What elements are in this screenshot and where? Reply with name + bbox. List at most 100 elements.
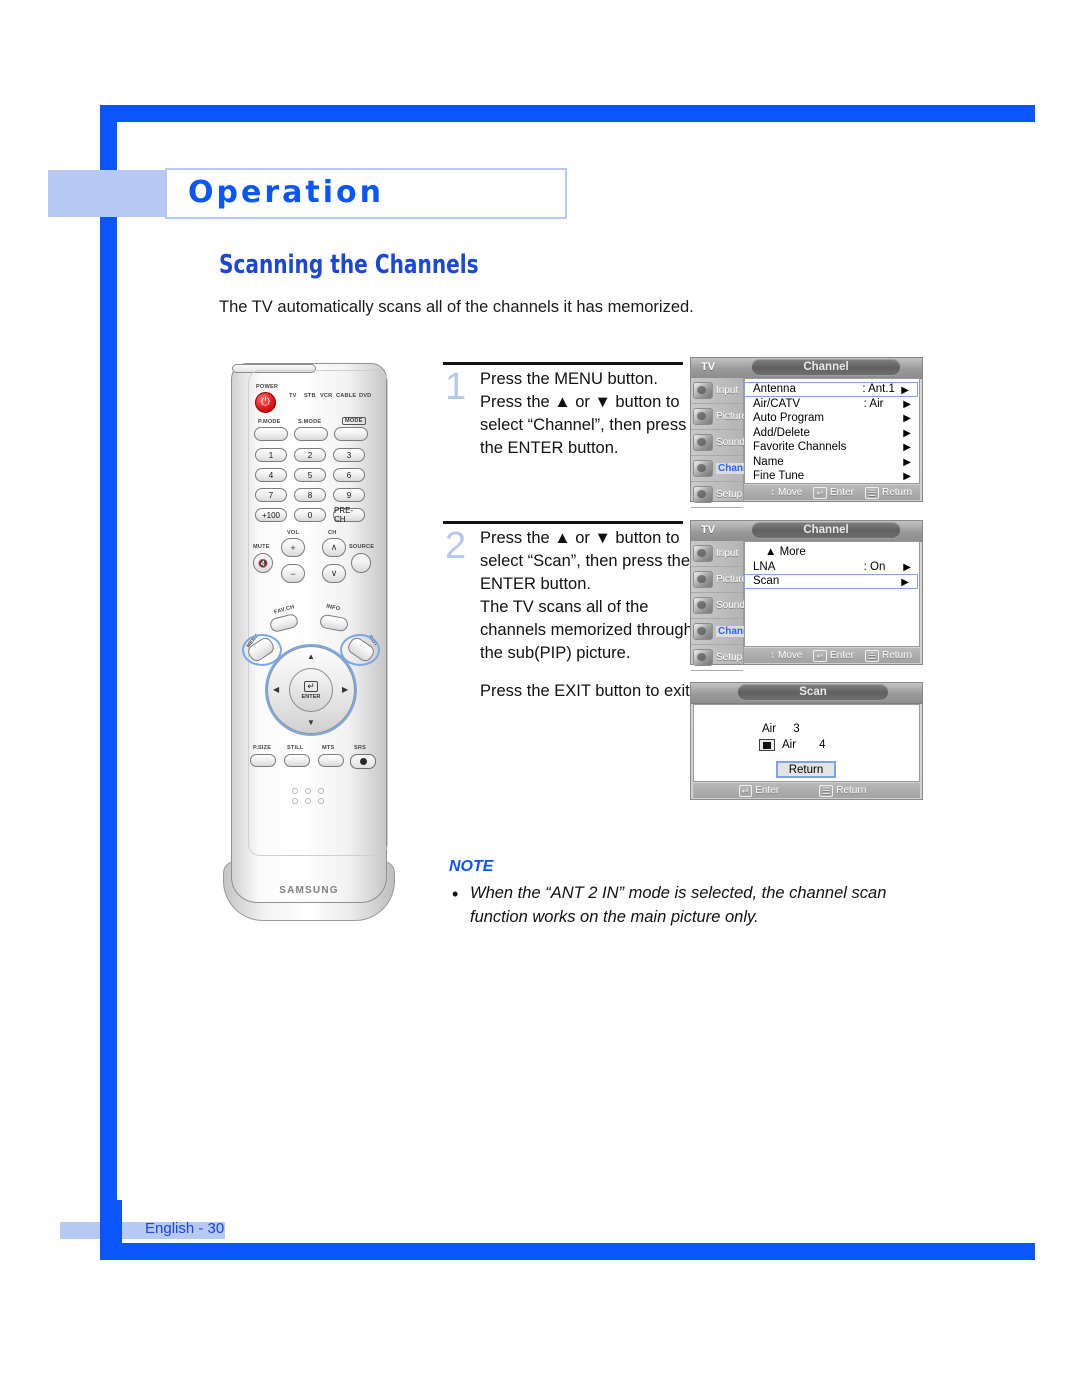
menu-row-air-catv[interactable]: Air/CATV : Air ▶ <box>745 397 919 412</box>
step-number: 1 <box>445 366 467 408</box>
note-text: When the “ANT 2 IN” mode is selected, th… <box>470 884 887 926</box>
step-line: the sub(PIP) picture. <box>480 644 631 663</box>
footer-page-label: English - 30 <box>145 1220 225 1237</box>
statusbar-return: ☰ Return <box>819 784 867 797</box>
menu-key-icon: ☰ <box>864 649 879 662</box>
menu-row-antenna[interactable]: Antenna : Ant.1 ▶ <box>744 382 918 397</box>
still-button[interactable] <box>284 754 310 767</box>
up-down-arrow-icon: ↕ <box>770 486 775 498</box>
menu-row-lna[interactable]: LNA : On ▶ <box>745 560 919 575</box>
chevron-right-icon: ▶ <box>901 577 909 588</box>
scan-band-label: Air <box>762 723 777 735</box>
step-line: the ENTER button. <box>480 439 619 458</box>
menu-row-label: ▲ More <box>765 546 806 559</box>
step-line: Press the EXIT button to exit. <box>480 681 695 700</box>
sidebar-item-input[interactable]: Input <box>691 378 743 404</box>
osd-tv-label: TV <box>701 361 716 373</box>
statusbar-enter: ↵ Enter <box>738 784 779 797</box>
osd-titlebar: TV Channel <box>691 521 922 542</box>
intro-paragraph: The TV automatically scans all of the ch… <box>219 298 694 316</box>
ir-dot <box>292 788 298 794</box>
sidebar-item-setup[interactable]: Setup <box>691 645 743 671</box>
sidebar-item-sound[interactable]: Sound <box>691 593 745 619</box>
sidebar-item-picture[interactable]: Picture <box>691 404 747 430</box>
page-title: Scanning the Channels <box>219 250 479 280</box>
keypad-0[interactable]: 0 <box>294 508 326 522</box>
keypad-4[interactable]: 4 <box>255 468 287 482</box>
ir-dot <box>305 798 311 804</box>
psize-button[interactable] <box>250 754 276 767</box>
remote-body: POWER ⏻ TV STB VCR CABLE DVD P.MODE S.MO… <box>231 363 388 903</box>
menu-row-more-up[interactable]: ▲ More <box>745 545 919 560</box>
pmode-label: P.MODE <box>258 419 281 425</box>
osd-title-pill: Scan <box>737 684 889 701</box>
mts-button[interactable] <box>318 754 344 767</box>
menu-row-auto-program[interactable]: Auto Program ▶ <box>745 411 919 426</box>
pre-ch-button[interactable]: PRE-CH <box>333 506 365 524</box>
footer-blue-block <box>100 1200 122 1260</box>
scan-return-button[interactable]: Return <box>776 761 836 778</box>
menu-row-fine-tune[interactable]: Fine Tune ▶ <box>745 469 919 484</box>
mute-label: MUTE <box>253 544 270 550</box>
picture-icon <box>693 408 713 425</box>
sidebar-item-setup[interactable]: Setup <box>691 482 743 508</box>
sidebar-item-channel[interactable]: Channel <box>691 456 760 482</box>
volume-up-button[interactable]: + <box>281 538 305 557</box>
menu-row-label: Favorite Channels <box>753 441 847 454</box>
source-button[interactable] <box>351 553 371 573</box>
channel-up-button[interactable]: ∧ <box>322 538 346 557</box>
sidebar-item-sound[interactable]: Sound <box>691 430 745 456</box>
sidebar-item-channel[interactable]: Channel <box>691 619 760 645</box>
menu-row-add-delete[interactable]: Add/Delete ▶ <box>745 426 919 441</box>
menu-row-label: Air/CATV <box>753 397 801 410</box>
sidebar-item-label: Sound <box>716 600 745 611</box>
menu-row-name[interactable]: Name ▶ <box>745 455 919 470</box>
keypad-1[interactable]: 1 <box>255 448 287 462</box>
scan-current-channel: Air 3 <box>762 723 800 735</box>
osd-menu-title: Channel <box>803 524 849 536</box>
sidebar-item-input[interactable]: Input <box>691 541 743 567</box>
remote-control-illustration: POWER ⏻ TV STB VCR CABLE DVD P.MODE S.MO… <box>223 363 395 925</box>
pmode-button[interactable] <box>254 427 288 441</box>
sound-icon <box>693 597 713 614</box>
menu-row-scan[interactable]: Scan ▶ <box>744 574 918 589</box>
mts-label: MTS <box>322 745 335 751</box>
statusbar-label: Return <box>836 785 867 796</box>
ir-dot <box>318 798 324 804</box>
sidebar-item-picture[interactable]: Picture <box>691 567 747 593</box>
mode-button[interactable] <box>334 427 368 441</box>
osd-screenshot-channel-menu: TV Channel Input Picture Sound Channel S… <box>690 357 923 508</box>
channel-down-button[interactable]: ∨ <box>322 564 346 583</box>
srs-button[interactable] <box>350 754 376 769</box>
osd-screenshot-channel-more-menu: TV Channel Input Picture Sound Channel S… <box>690 520 923 671</box>
osd-title-pill: Channel <box>751 522 901 539</box>
keypad-8[interactable]: 8 <box>294 488 326 502</box>
statusbar-label: Move <box>778 487 803 498</box>
keypad-plus100[interactable]: +100 <box>255 508 287 522</box>
chevron-right-icon: ▶ <box>903 561 911 573</box>
smode-button[interactable] <box>294 427 328 441</box>
keypad-6[interactable]: 6 <box>333 468 365 482</box>
still-label: STILL <box>287 745 304 751</box>
keypad-7[interactable]: 7 <box>255 488 287 502</box>
ch-label: CH <box>328 530 337 536</box>
remote-inner-panel <box>248 370 388 856</box>
step-text: Press the MENU button. Press the ▲ or ▼ … <box>480 368 695 460</box>
sidebar-item-label: Input <box>716 385 739 396</box>
power-button[interactable]: ⏻ <box>255 392 276 413</box>
keypad-9[interactable]: 9 <box>333 488 365 502</box>
volume-down-button[interactable]: − <box>281 564 305 583</box>
picture-icon <box>693 571 713 588</box>
setup-icon <box>693 486 713 503</box>
menu-row-favorite-channels[interactable]: Favorite Channels ▶ <box>745 440 919 455</box>
keypad-5[interactable]: 5 <box>294 468 326 482</box>
osd-screenshot-scan-dialog: Scan Air 3 Air 4 Return ↵ Enter ☰ Return <box>690 682 923 800</box>
keypad-2[interactable]: 2 <box>294 448 326 462</box>
sidebar-item-label: Picture <box>716 574 748 585</box>
keypad-3[interactable]: 3 <box>333 448 365 462</box>
mute-button[interactable]: 🔇 <box>253 553 273 573</box>
source-label: SOURCE <box>349 544 375 550</box>
scan-channel-number: 3 <box>793 723 800 735</box>
device-label-tv: TV <box>289 393 297 399</box>
chevron-right-icon: ▶ <box>903 442 911 453</box>
